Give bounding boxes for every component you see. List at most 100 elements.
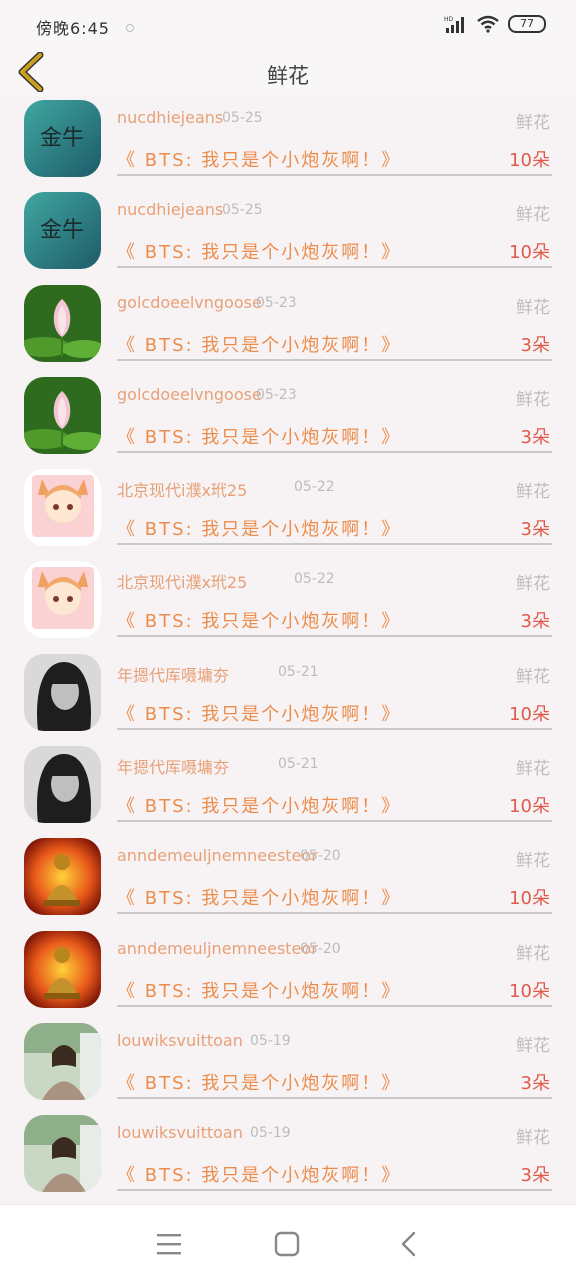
girl-photo-avatar[interactable] (24, 1115, 101, 1193)
page-title: 鲜花 (267, 64, 309, 88)
date: 05-20 (300, 848, 341, 865)
gift-title: 《 BTS: 我只是个小炮灰啊！》 (117, 703, 402, 725)
divider (117, 727, 552, 730)
date: 05-25 (222, 202, 263, 219)
back-nav-button[interactable] (394, 1229, 424, 1259)
list-item[interactable]: 年摁代厍嗫墉夯 05-21 鲜花 《 BTS: 我只是个小炮灰啊！》 10朵 (0, 650, 576, 742)
gift-count: 3朵 (520, 519, 550, 541)
date: 05-22 (294, 571, 335, 588)
list-item[interactable]: 金牛 nucdhiejeans 05-25 鲜花 《 BTS: 我只是个小炮灰啊… (0, 188, 576, 280)
username: golcdoeelvngoose (117, 292, 262, 312)
category-label: 鲜花 (516, 205, 550, 226)
gift-title: 《 BTS: 我只是个小炮灰啊！》 (117, 796, 402, 818)
username: anndemeuljnemneesteor (117, 938, 318, 958)
username: louwiksvuittoan (117, 1030, 243, 1050)
gift-title: 《 BTS: 我只是个小炮灰啊！》 (117, 611, 402, 633)
gift-count: 10朵 (509, 150, 550, 171)
svg-text:金牛: 金牛 (40, 218, 84, 243)
date: 05-19 (250, 1032, 291, 1049)
battery-indicator: 77 (508, 15, 546, 33)
date: 05-21 (278, 756, 319, 773)
menu-button[interactable] (154, 1229, 184, 1259)
category-label: 鲜花 (516, 666, 550, 687)
gift-count: 3朵 (520, 334, 550, 356)
bw-portrait-avatar[interactable] (24, 746, 101, 824)
status-time: 傍晚6:45 (36, 19, 110, 38)
gift-count: 10朵 (509, 242, 550, 264)
list-item[interactable]: 金牛 nucdhiejeans 05-25 鲜花 《 BTS: 我只是个小炮灰啊… (0, 96, 576, 188)
home-button[interactable] (272, 1229, 302, 1259)
divider (117, 1189, 552, 1192)
list-item[interactable]: 北京现代i濮x玳25 05-22 鲜花 《 BTS: 我只是个小炮灰啊！》 3朵 (0, 557, 576, 649)
category-label: 鲜花 (516, 113, 550, 133)
category-label: 鲜花 (516, 574, 550, 595)
date: 05-23 (256, 294, 297, 311)
category-label: 鲜花 (516, 389, 550, 410)
category-label: 鲜花 (516, 1035, 550, 1056)
username: 北京现代i濮x玳25 (117, 481, 248, 501)
list-item[interactable]: anndemeuljnemneesteor 05-20 鲜花 《 BTS: 我只… (0, 834, 576, 926)
gold-text-avatar[interactable]: 金牛 (24, 192, 101, 270)
category-label: 鲜花 (516, 1128, 550, 1149)
signal-icon: HD (444, 15, 468, 33)
list-item[interactable]: louwiksvuittoan 05-19 鲜花 《 BTS: 我只是个小炮灰啊… (0, 1111, 576, 1203)
category-label: 鲜花 (516, 297, 550, 318)
date: 05-21 (278, 663, 319, 680)
category-label: 鲜花 (516, 482, 550, 503)
divider (117, 635, 552, 638)
list-item[interactable]: 北京现代i濮x玳25 05-22 鲜花 《 BTS: 我只是个小炮灰啊！》 3朵 (0, 465, 576, 557)
girl-photo-avatar[interactable] (24, 1022, 101, 1100)
header: 鲜花 (0, 46, 576, 96)
gift-count: 3朵 (520, 611, 550, 633)
wifi-icon (476, 15, 500, 33)
date: 05-19 (250, 1125, 291, 1142)
gold-text-avatar[interactable]: 金牛 (24, 100, 101, 177)
gift-count: 10朵 (509, 888, 550, 910)
username: louwiksvuittoan (117, 1123, 243, 1143)
buddha-avatar[interactable] (24, 838, 101, 916)
gift-title: 《 BTS: 我只是个小炮灰啊！》 (117, 1165, 402, 1187)
gift-title: 《 BTS: 我只是个小炮灰啊！》 (117, 519, 402, 541)
gift-count: 10朵 (509, 703, 550, 725)
list-item[interactable]: anndemeuljnemneesteor 05-20 鲜花 《 BTS: 我只… (0, 927, 576, 1019)
divider (117, 543, 552, 546)
divider (117, 820, 552, 823)
username: nucdhiejeans (117, 108, 224, 127)
gift-count: 3朵 (520, 1072, 550, 1094)
username: 年摁代厍嗫墉夯 (117, 758, 230, 778)
svg-text:HD: HD (444, 16, 454, 23)
back-triangle-icon (401, 1231, 416, 1257)
username: golcdoeelvngoose (117, 384, 262, 404)
gift-title: 《 BTS: 我只是个小炮灰啊！》 (117, 980, 402, 1002)
category-label: 鲜花 (516, 759, 550, 780)
divider (117, 450, 552, 453)
list-item[interactable]: louwiksvuittoan 05-19 鲜花 《 BTS: 我只是个小炮灰啊… (0, 1019, 576, 1111)
bw-portrait-avatar[interactable] (24, 653, 101, 731)
divider (117, 1004, 552, 1007)
divider (117, 912, 552, 915)
gift-title: 《 BTS: 我只是个小炮灰啊！》 (117, 242, 402, 264)
gift-title: 《 BTS: 我只是个小炮灰啊！》 (117, 888, 402, 910)
username: 北京现代i濮x玳25 (117, 573, 248, 593)
divider (117, 174, 552, 176)
list-item[interactable]: 年摁代厍嗫墉夯 05-21 鲜花 《 BTS: 我只是个小炮灰啊！》 10朵 (0, 742, 576, 834)
notification-dot-icon (126, 24, 134, 32)
gift-count: 10朵 (509, 796, 550, 818)
gift-title: 《 BTS: 我只是个小炮灰啊！》 (117, 426, 402, 448)
username: anndemeuljnemneesteor (117, 846, 318, 866)
date: 05-23 (256, 386, 297, 403)
gift-title: 《 BTS: 我只是个小炮灰啊！》 (117, 150, 402, 171)
svg-text:金牛: 金牛 (40, 126, 84, 151)
lotus-avatar[interactable] (24, 376, 101, 454)
fox-girl-avatar[interactable] (24, 561, 101, 639)
date: 05-20 (300, 940, 341, 957)
buddha-avatar[interactable] (24, 930, 101, 1008)
fox-girl-avatar[interactable] (24, 469, 101, 547)
list-item[interactable]: golcdoeelvngoose 05-23 鲜花 《 BTS: 我只是个小炮灰… (0, 373, 576, 465)
lotus-avatar[interactable] (24, 284, 101, 362)
list-item[interactable]: golcdoeelvngoose 05-23 鲜花 《 BTS: 我只是个小炮灰… (0, 281, 576, 373)
gift-record-list[interactable]: 金牛 nucdhiejeans 05-25 鲜花 《 BTS: 我只是个小炮灰啊… (0, 96, 576, 1204)
system-nav-bar (0, 1204, 576, 1281)
category-label: 鲜花 (516, 851, 550, 872)
gift-count: 3朵 (520, 426, 550, 448)
